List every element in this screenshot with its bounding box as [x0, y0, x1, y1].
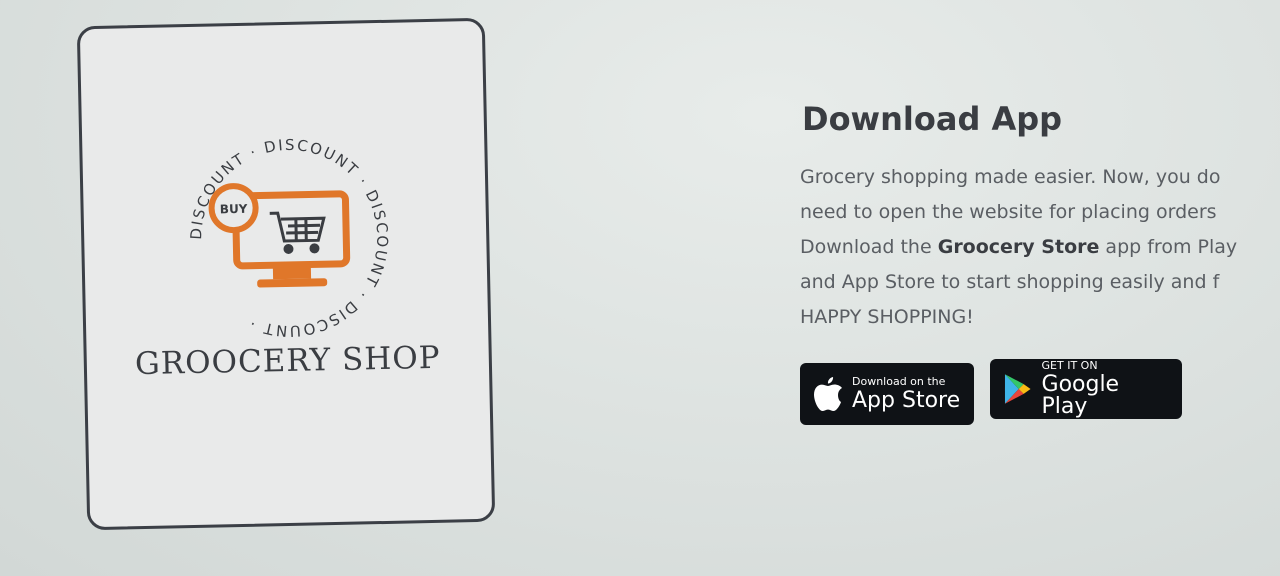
- download-title: Download App: [802, 100, 1063, 138]
- apple-icon: [814, 377, 842, 411]
- logo-card: DISCOUNT · DISCOUNT · DISCOUNT · DISCOUN…: [76, 17, 496, 531]
- google-play-icon: [1004, 374, 1031, 404]
- app-store-small-text: Download on the: [852, 375, 946, 388]
- shop-name: GROOCERY SHOP: [134, 339, 441, 383]
- download-description: Grocery shopping made easier. Now, you d…: [800, 160, 1280, 335]
- buy-label: BUY: [220, 202, 248, 217]
- store-buttons: Download on the App Store GET IT ON Goog…: [800, 359, 1280, 425]
- desc-line-3-pre: Download the: [800, 236, 938, 258]
- desc-line-3-post: app from Play: [1099, 236, 1238, 258]
- discount-ring-text: DISCOUNT · DISCOUNT · DISCOUNT · DISCOUN…: [185, 134, 394, 343]
- download-section: Download App Grocery shopping made easie…: [800, 100, 1280, 425]
- google-play-button[interactable]: GET IT ON Google Play: [990, 359, 1182, 419]
- svg-text:DISCOUNT · DISCOUNT · DISCOUNT: DISCOUNT · DISCOUNT · DISCOUNT · DISCOUN…: [185, 134, 394, 343]
- app-store-big-text: App Store: [852, 388, 961, 413]
- desc-line-1: Grocery shopping made easier. Now, you d…: [800, 166, 1221, 188]
- desc-line-4: and App Store to start shopping easily a…: [800, 271, 1220, 293]
- app-name: Groocery Store: [937, 236, 1100, 258]
- google-play-small-text: GET IT ON: [1041, 359, 1098, 372]
- buy-badge: BUY: [208, 183, 259, 234]
- groocery-logo: DISCOUNT · DISCOUNT · DISCOUNT · DISCOUN…: [185, 134, 394, 343]
- shopping-cart-icon: [269, 211, 326, 254]
- app-store-button[interactable]: Download on the App Store: [800, 363, 974, 425]
- google-play-big-text: Google Play: [1041, 372, 1120, 419]
- desc-line-2: need to open the website for placing ord…: [800, 201, 1217, 223]
- desc-line-5: HAPPY SHOPPING!: [800, 306, 974, 328]
